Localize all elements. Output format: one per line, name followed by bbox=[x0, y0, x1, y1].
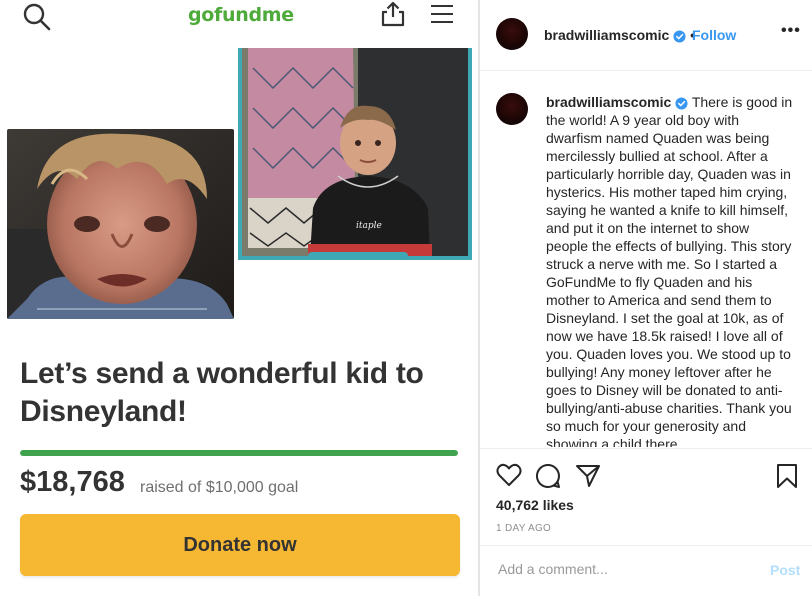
follow-button[interactable]: Follow bbox=[692, 27, 736, 43]
campaign-title: Let’s send a wonderful kid to Disneyland… bbox=[20, 357, 424, 428]
gofundme-header: gofundme bbox=[0, 0, 478, 48]
instagram-panel: bradwilliamscomic • Follow ••• bradwilli… bbox=[480, 0, 812, 596]
share-icon[interactable] bbox=[380, 0, 406, 28]
gofundme-logo[interactable]: gofundme bbox=[188, 4, 294, 26]
comment-row: Post bbox=[480, 545, 812, 596]
caption-username[interactable]: bradwilliamscomic bbox=[546, 94, 671, 110]
post-actions: 40,762 likes 1 DAY AGO Post bbox=[480, 448, 812, 596]
comment-input[interactable] bbox=[496, 560, 740, 578]
donate-button[interactable]: Donate now bbox=[20, 514, 460, 576]
raised-amount: $18,768 bbox=[20, 466, 125, 498]
raised-goal-text: raised of $10,000 goal bbox=[140, 479, 299, 496]
likes-count[interactable]: 40,762 likes bbox=[496, 497, 574, 513]
post-username[interactable]: bradwilliamscomic • bbox=[544, 27, 695, 43]
post-timestamp: 1 DAY AGO bbox=[496, 523, 552, 534]
post-caption: bradwilliamscomic There is good in the w… bbox=[546, 93, 794, 447]
caption-text: There is good in the world! A 9 year old… bbox=[546, 94, 793, 447]
bookmark-icon[interactable] bbox=[776, 463, 798, 489]
avatar[interactable] bbox=[496, 18, 528, 50]
post-comment-button[interactable]: Post bbox=[770, 562, 800, 578]
crying-boy-photo bbox=[7, 129, 234, 319]
verified-badge-icon bbox=[673, 30, 686, 43]
svg-text:itaple: itaple bbox=[356, 221, 382, 231]
heart-icon[interactable] bbox=[496, 463, 522, 487]
search-icon[interactable] bbox=[22, 2, 52, 32]
progress-fill bbox=[20, 450, 458, 456]
caption-area[interactable]: bradwilliamscomic There is good in the w… bbox=[480, 71, 812, 447]
verified-badge-icon bbox=[675, 97, 688, 110]
comment-icon[interactable] bbox=[535, 463, 561, 489]
post-header: bradwilliamscomic • Follow ••• bbox=[480, 0, 812, 71]
boy-standing-photo: itaple bbox=[238, 48, 472, 260]
progress-bar bbox=[20, 450, 458, 456]
caption-avatar[interactable] bbox=[496, 93, 528, 125]
share-icon[interactable] bbox=[575, 463, 601, 489]
gofundme-panel: gofundme itaple Let’s send a wonderful k… bbox=[0, 0, 478, 596]
username-link[interactable]: bradwilliamscomic bbox=[544, 27, 669, 43]
more-options-icon[interactable]: ••• bbox=[781, 22, 801, 40]
menu-icon[interactable] bbox=[430, 4, 454, 24]
